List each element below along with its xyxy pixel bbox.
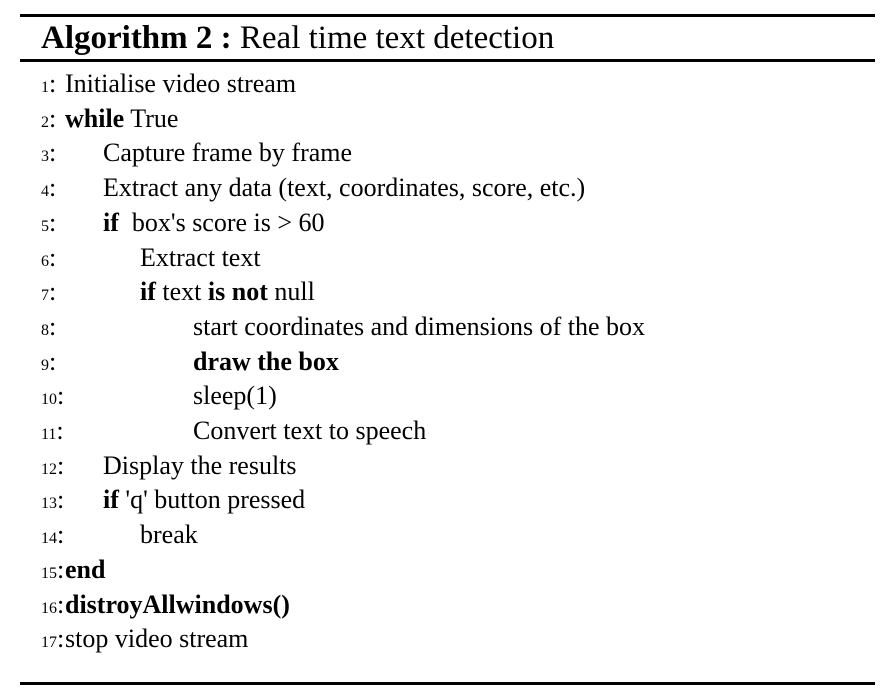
line-number-value: 4 — [41, 183, 49, 201]
line-number-value: 16 — [41, 599, 57, 617]
code-text: Extract any data (text, coordinates, sco… — [103, 173, 586, 203]
code-text: break — [140, 520, 198, 550]
code-text: Display the results — [103, 450, 297, 480]
line-number-value: 12 — [41, 460, 57, 478]
code-text: Initialise video stream — [65, 69, 297, 98]
line-code: draw the box — [193, 345, 339, 379]
line-number-colon: : — [56, 416, 64, 445]
line-code: end — [65, 553, 105, 587]
line-number-value: 17 — [41, 634, 57, 652]
code-text: Extract text — [140, 242, 261, 272]
line-code: Initialise video stream — [65, 67, 296, 101]
line-number-colon: : — [57, 554, 65, 584]
line-code: break — [140, 518, 198, 552]
line-code: sleep(1) — [193, 379, 277, 413]
keyword: draw the box — [193, 346, 339, 376]
code-text: sleep(1) — [193, 381, 277, 411]
line-number-value: 15 — [41, 564, 57, 582]
algorithm-title: Algorithm 2 : Real time text detection — [41, 17, 554, 59]
line-number-value: 7 — [41, 287, 49, 305]
line-number-value: 6 — [41, 252, 49, 270]
line-number: 9: — [41, 345, 56, 383]
line-number-colon: : — [49, 311, 57, 341]
line-number-colon: : — [57, 520, 65, 550]
line-number: 4: — [41, 171, 56, 209]
line-number-value: 2 — [41, 113, 49, 131]
line-number-colon: : — [49, 138, 57, 168]
line-number: 6: — [41, 241, 56, 279]
line-number-colon: : — [57, 450, 65, 480]
keyword: is not — [207, 277, 268, 307]
code-text: Capture frame by frame — [103, 138, 353, 168]
line-number: 1: — [41, 67, 56, 105]
line-number-colon: : — [49, 69, 57, 98]
keyword: if — [140, 277, 156, 307]
line-number-colon: : — [57, 624, 65, 654]
line-number-colon: : — [49, 277, 57, 307]
line-code: Convert text to speech — [193, 414, 426, 448]
code-text: stop video stream — [65, 624, 249, 654]
bottom-rule — [20, 682, 875, 685]
line-number: 3: — [41, 136, 56, 174]
code-text: box's score is > 60 — [118, 207, 325, 237]
keyword: while — [65, 103, 125, 133]
line-number-value: 8 — [41, 321, 49, 339]
line-code: stop video stream — [65, 622, 248, 656]
line-number-value: 3 — [41, 148, 49, 166]
line-number: 10: — [41, 379, 64, 417]
line-code: if text is not null — [140, 275, 315, 309]
line-number-value: 1 — [41, 79, 49, 96]
line-code: while True — [65, 102, 178, 136]
line-code: Display the results — [103, 449, 297, 483]
line-code: if box's score is > 60 — [103, 206, 325, 240]
line-number-colon: : — [49, 103, 57, 133]
line-number: 7: — [41, 275, 56, 313]
line-number: 8: — [41, 310, 56, 348]
line-number-colon: : — [49, 346, 57, 376]
line-number-value: 9 — [41, 356, 49, 374]
line-number: 11: — [41, 414, 64, 452]
line-code: Extract text — [140, 241, 261, 275]
code-text: null — [267, 277, 315, 307]
line-number-value: 13 — [41, 495, 57, 513]
line-number-value: 5 — [41, 217, 49, 235]
code-text: True — [124, 103, 179, 133]
keyword: if — [103, 485, 119, 515]
code-text: start coordinates and dimensions of the … — [193, 311, 646, 341]
line-code: start coordinates and dimensions of the … — [193, 310, 645, 344]
keyword: end — [65, 554, 106, 584]
line-number: 14: — [41, 518, 64, 556]
line-number-value: 14 — [41, 530, 57, 548]
line-number-colon: : — [49, 173, 57, 203]
line-code: if 'q' button pressed — [103, 483, 305, 517]
header-rule — [20, 59, 875, 62]
line-number: 17: — [41, 622, 64, 660]
line-number: 5: — [41, 206, 56, 244]
line-number-colon: : — [57, 589, 65, 619]
line-number-colon: : — [49, 207, 57, 237]
line-number-value: 11 — [41, 426, 57, 443]
algorithm-caption: Real time text detection — [239, 20, 555, 56]
line-number-colon: : — [57, 381, 65, 411]
keyword: if — [103, 207, 119, 237]
code-text: Convert text to speech — [193, 416, 427, 445]
line-number: 2: — [41, 102, 56, 140]
keyword: distroyAllwindows() — [65, 589, 290, 619]
line-code: distroyAllwindows() — [65, 588, 290, 622]
line-number-value: 10 — [41, 391, 57, 409]
line-number: 15: — [41, 553, 64, 591]
algorithm-label: Algorithm 2 : — [41, 20, 232, 56]
line-number: 16: — [41, 588, 64, 626]
line-code: Extract any data (text, coordinates, sco… — [103, 171, 585, 205]
code-text: 'q' button pressed — [118, 485, 306, 515]
line-number: 12: — [41, 449, 64, 487]
line-number-colon: : — [57, 485, 65, 515]
code-text: text — [155, 277, 208, 307]
line-code: Capture frame by frame — [103, 136, 352, 170]
line-number: 13: — [41, 483, 64, 521]
line-number-colon: : — [49, 242, 57, 272]
